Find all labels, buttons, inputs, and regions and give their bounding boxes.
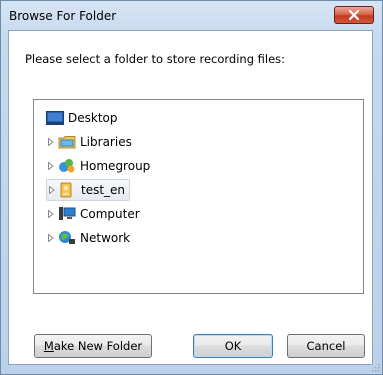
tree-item-test-en[interactable]: test_en xyxy=(46,179,131,201)
tree-item-homegroup[interactable]: Homegroup xyxy=(46,156,150,176)
folder-tree[interactable]: Desktop Libraries Homegroup test_en Comp… xyxy=(33,99,364,294)
tree-item-network[interactable]: Network xyxy=(46,228,130,248)
close-button[interactable] xyxy=(334,6,374,24)
ok-label: OK xyxy=(224,339,242,353)
cancel-label: Cancel xyxy=(306,339,346,353)
network-icon xyxy=(58,230,76,246)
make-new-folder-button[interactable]: Make New Folder xyxy=(34,334,152,358)
tree-item-label: Network xyxy=(80,231,131,245)
tree-item-desktop[interactable]: Desktop xyxy=(46,108,118,128)
user-folder-icon xyxy=(59,182,77,198)
make-new-folder-label: ake New Folder xyxy=(53,339,143,353)
make-new-folder-accelerator: M xyxy=(43,339,54,353)
dialog-prompt: Please select a folder to store recordin… xyxy=(25,52,286,66)
tree-item-label: Desktop xyxy=(68,111,118,125)
desktop-icon xyxy=(46,110,64,126)
tree-item-label: Libraries xyxy=(80,135,132,149)
expand-arrow-icon[interactable] xyxy=(46,132,56,152)
tree-item-label: Homegroup xyxy=(80,159,151,173)
tree-item-computer[interactable]: Computer xyxy=(46,204,140,224)
resize-grip-icon[interactable] xyxy=(370,362,380,372)
ok-button[interactable]: OK xyxy=(193,334,273,358)
computer-icon xyxy=(58,206,76,222)
title-bar[interactable]: Browse For Folder xyxy=(1,1,382,31)
tree-item-libraries[interactable]: Libraries xyxy=(46,132,132,152)
homegroup-icon xyxy=(58,158,76,174)
close-icon xyxy=(349,10,359,20)
libraries-icon xyxy=(58,134,76,150)
expand-arrow-icon[interactable] xyxy=(46,156,56,176)
cancel-button[interactable]: Cancel xyxy=(287,334,365,358)
window-title: Browse For Folder xyxy=(9,9,117,23)
expand-arrow-icon[interactable] xyxy=(46,204,56,224)
tree-item-label: test_en xyxy=(81,183,126,197)
expand-arrow-icon[interactable] xyxy=(46,228,56,248)
tree-item-label: Computer xyxy=(80,207,140,221)
expand-arrow-icon[interactable] xyxy=(47,180,57,200)
